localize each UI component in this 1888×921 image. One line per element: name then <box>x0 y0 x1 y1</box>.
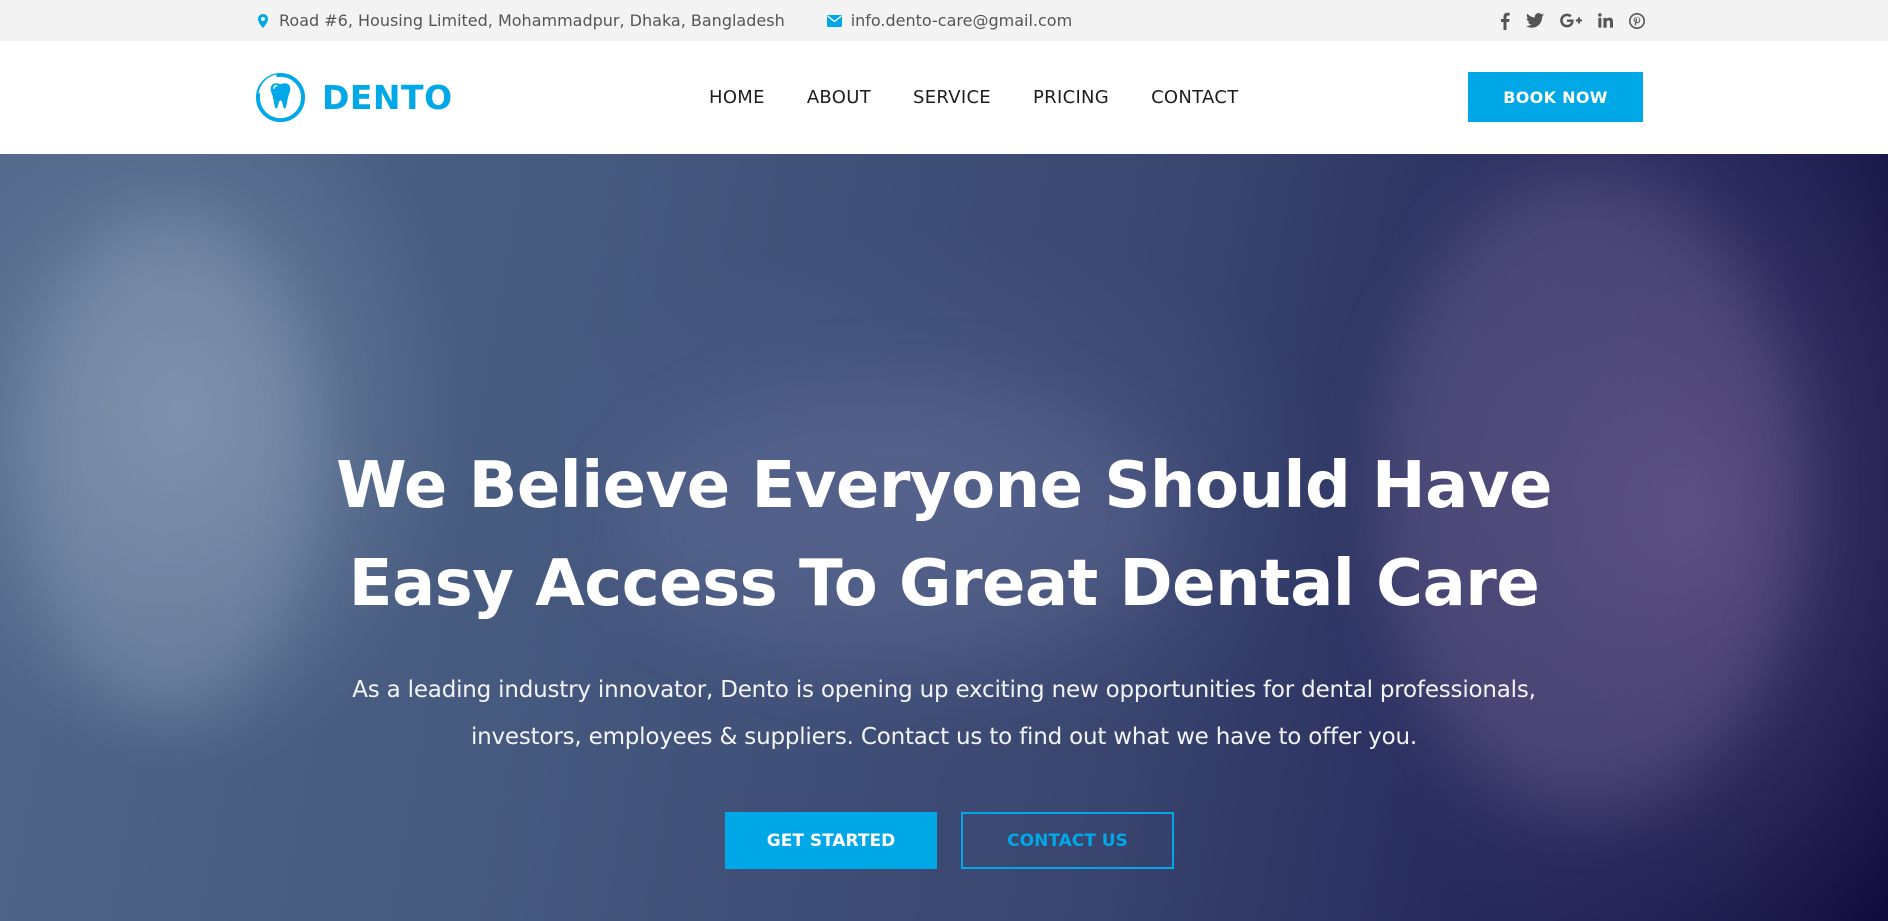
book-now-button[interactable]: BOOK NOW <box>1468 72 1643 122</box>
top-info-bar: Road #6, Housing Limited, Mohammadpur, D… <box>0 0 1888 41</box>
social-links <box>1500 11 1645 31</box>
logo-text: DENTO <box>322 77 453 117</box>
google-plus-icon[interactable] <box>1560 11 1582 31</box>
linkedin-icon[interactable] <box>1598 11 1613 31</box>
facebook-icon[interactable] <box>1500 11 1510 31</box>
address-info: Road #6, Housing Limited, Mohammadpur, D… <box>255 11 785 30</box>
contact-us-button[interactable]: CONTACT US <box>961 812 1174 869</box>
site-header: DENTO HOME ABOUT SERVICE PRICING CONTACT… <box>0 41 1888 154</box>
map-marker-icon <box>255 13 271 29</box>
twitter-icon[interactable] <box>1526 11 1544 31</box>
main-nav: HOME ABOUT SERVICE PRICING CONTACT <box>709 82 1239 112</box>
hero-title-line-2: Easy Access To Great Dental Care <box>348 547 1540 621</box>
nav-pricing[interactable]: PRICING <box>1033 87 1109 108</box>
hero-section: We Believe Everyone Should Have Easy Acc… <box>0 154 1888 921</box>
site-logo[interactable]: DENTO <box>255 70 453 124</box>
email-info[interactable]: info.dento-care@gmail.com <box>827 11 1072 30</box>
nav-about[interactable]: ABOUT <box>807 87 871 108</box>
hero-description-line-1: As a leading industry innovator, Dento i… <box>352 677 1536 703</box>
envelope-icon <box>827 13 843 29</box>
pinterest-icon[interactable] <box>1629 11 1645 31</box>
hero-description-line-2: investors, employees & suppliers. Contac… <box>470 724 1418 750</box>
hero-title-line-1: We Believe Everyone Should Have <box>336 449 1552 523</box>
email-text[interactable]: info.dento-care@gmail.com <box>851 11 1072 30</box>
address-text: Road #6, Housing Limited, Mohammadpur, D… <box>279 11 785 30</box>
tooth-logo-icon <box>255 72 306 122</box>
nav-service[interactable]: SERVICE <box>913 87 991 108</box>
nav-contact[interactable]: CONTACT <box>1151 87 1238 108</box>
get-started-button[interactable]: GET STARTED <box>725 812 937 869</box>
nav-home[interactable]: HOME <box>709 87 765 108</box>
